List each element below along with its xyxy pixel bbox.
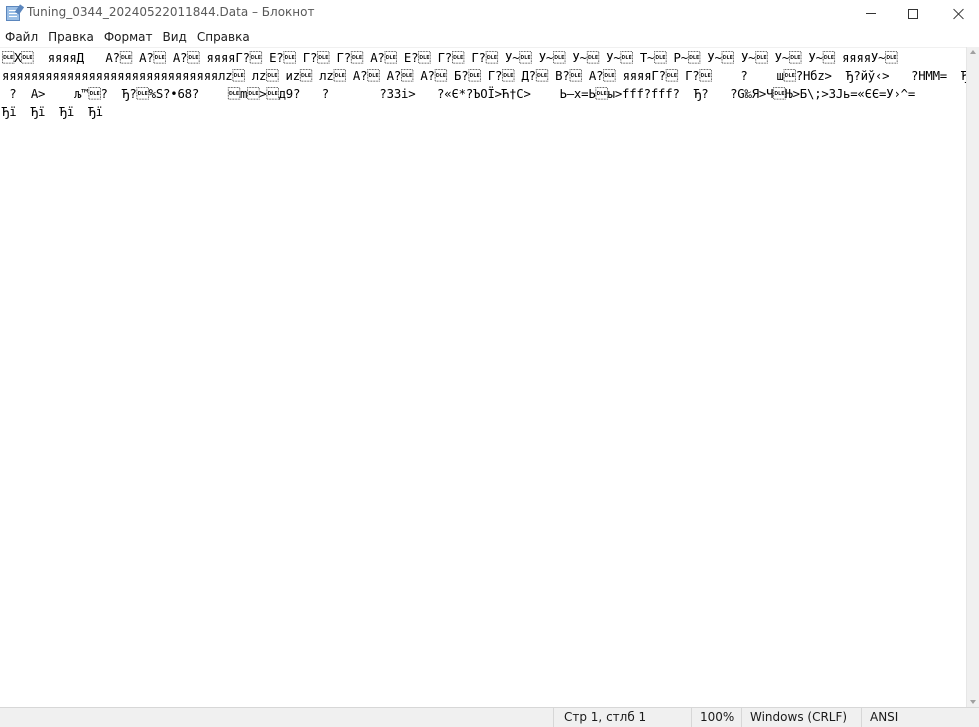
- zoom-level: 100%: [691, 708, 741, 727]
- scroll-up-arrow-icon[interactable]: [970, 50, 976, 54]
- menu-help[interactable]: Справка: [192, 27, 255, 47]
- notepad-app-icon: [6, 6, 20, 21]
- close-button[interactable]: [936, 0, 979, 27]
- title-bar: Tuning_0344_20240522011844.Data – Блокно…: [0, 0, 979, 27]
- window-title: Tuning_0344_20240522011844.Data – Блокно…: [27, 5, 315, 19]
- scroll-down-arrow-icon[interactable]: [970, 700, 976, 704]
- text-line: Ђї Ђї Ђї Ђї: [2, 105, 103, 119]
- vertical-scrollbar[interactable]: [966, 47, 979, 707]
- maximize-button[interactable]: [890, 0, 936, 27]
- close-icon: [953, 8, 965, 20]
- menu-edit[interactable]: Правка: [43, 27, 99, 47]
- menu-file[interactable]: Файл: [0, 27, 43, 47]
- minimize-button[interactable]: [848, 0, 894, 27]
- encoding: ANSI: [861, 708, 979, 727]
- line-endings: Windows (CRLF): [741, 708, 861, 727]
- menu-format[interactable]: Формат: [99, 27, 158, 47]
- text-line: яяяяяяяяяяяяяяяяяяяяяяяяяяяяяялz лz иz…: [2, 69, 966, 83]
- menu-view[interactable]: Вид: [158, 27, 192, 47]
- menu-bar: Файл Правка Формат Вид Справка: [0, 27, 979, 47]
- minimize-icon: [866, 13, 876, 14]
- text-line: ? А> љ™? Ђ?%S?•68? m>д9? ? ?33i> ?«…: [2, 87, 916, 101]
- maximize-icon: [908, 8, 918, 19]
- text-editor-area[interactable]: X яяяяД А? А? А? яяяяГ? Е? Г? Г?…: [0, 47, 966, 707]
- cursor-position: Стр 1, стлб 1: [553, 708, 691, 727]
- text-line: X яяяяД А? А? А? яяяяГ? Е? Г? Г?…: [2, 51, 898, 65]
- status-bar: Стр 1, стлб 1 100% Windows (CRLF) ANSI: [0, 707, 979, 727]
